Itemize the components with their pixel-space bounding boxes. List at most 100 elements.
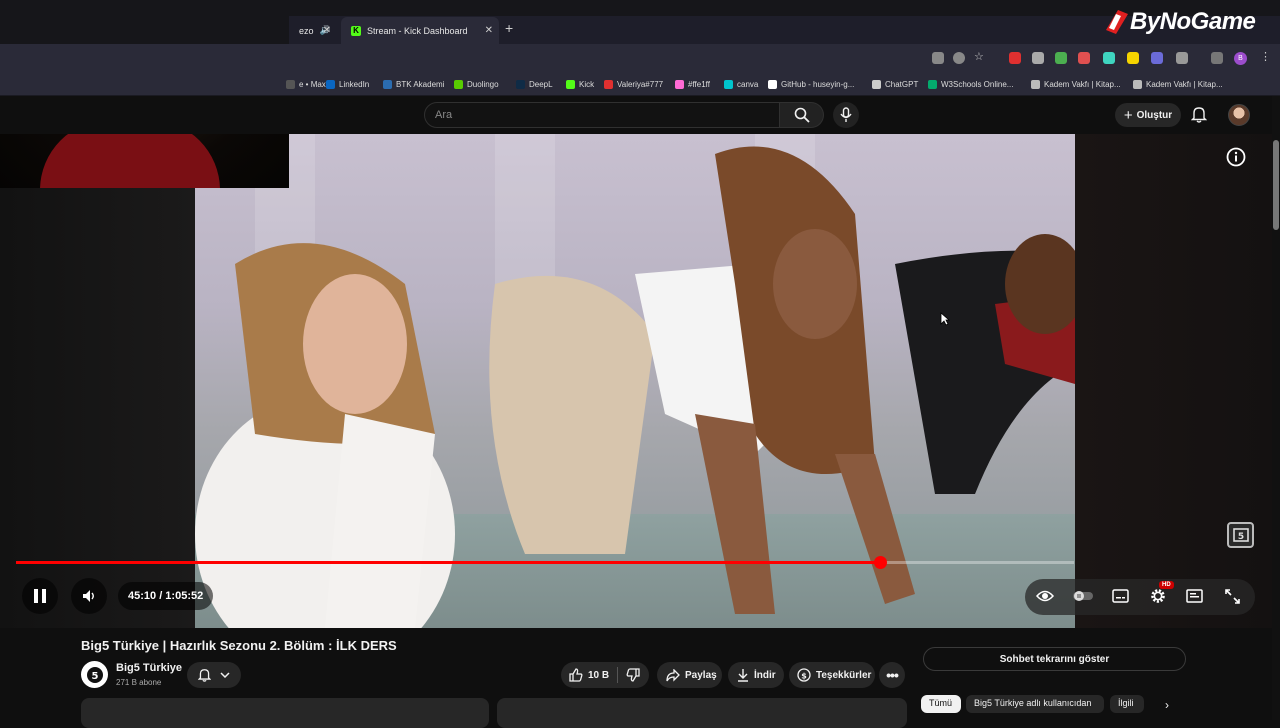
dislike-button[interactable]: [626, 668, 640, 682]
bookmark-favicon-icon: [383, 79, 392, 89]
star-icon[interactable]: ☆: [974, 51, 986, 63]
tab-label: Stream - Kick Dashboard: [367, 25, 468, 36]
bookmark-item[interactable]: DeepL: [516, 77, 553, 91]
progress-scrubber[interactable]: [873, 556, 887, 569]
share-label: Paylaş: [685, 669, 717, 681]
subscribed-bell-button[interactable]: [187, 662, 241, 688]
comments-preview[interactable]: [497, 698, 907, 728]
more-actions-button[interactable]: •••: [879, 662, 905, 688]
extension-icon[interactable]: [1103, 52, 1115, 64]
reading-list-icon[interactable]: [1211, 52, 1223, 64]
chip-all[interactable]: Tümü: [921, 695, 961, 713]
divider: [617, 667, 619, 683]
channel-watermark-icon[interactable]: 5: [1227, 522, 1254, 548]
download-button[interactable]: İndir: [728, 662, 784, 688]
bookmark-label: #ffe1ff: [688, 79, 710, 89]
show-chat-replay-button[interactable]: Sohbet tekrarını göster: [923, 647, 1186, 671]
bookmark-item[interactable]: e • Max: [286, 77, 326, 91]
create-button[interactable]: + Oluştur: [1115, 103, 1181, 127]
bynogame-logo: ByNoGame: [1104, 8, 1256, 36]
extension-icon[interactable]: [1078, 52, 1090, 64]
bookmark-item[interactable]: W3Schools Online...: [928, 77, 1013, 91]
bookmark-label: Kadem Vakfı | Kitap...: [1146, 79, 1223, 89]
bookmark-item[interactable]: Kadem Vakfı | Kitap...: [1031, 77, 1121, 91]
share-icon: [666, 668, 680, 682]
extension-icon[interactable]: [1151, 52, 1163, 64]
hide-icon[interactable]: [953, 52, 965, 64]
bookmark-favicon-icon: [454, 79, 463, 89]
puzzle-icon[interactable]: [1176, 52, 1188, 64]
bookmark-item[interactable]: Kadem Vakfı | Kitap...: [1133, 77, 1223, 91]
extension-icon[interactable]: [1127, 52, 1139, 64]
miniplayer-button[interactable]: [1186, 589, 1203, 603]
chip-from-channel[interactable]: Big5 Türkiye adlı kullanıcıdan: [966, 695, 1104, 713]
kick-icon: K: [351, 25, 361, 36]
info-icon[interactable]: [1226, 147, 1246, 172]
close-icon[interactable]: ✕: [323, 25, 331, 36]
autoplay-toggle[interactable]: [1072, 590, 1094, 602]
bookmark-favicon-icon: [1031, 79, 1040, 89]
mute-button[interactable]: [71, 578, 107, 614]
download-label: İndir: [754, 669, 776, 681]
thanks-button[interactable]: $ Teşekkürler: [789, 662, 875, 688]
volume-icon: [83, 590, 94, 602]
bookmark-item[interactable]: Valeriya#777: [604, 77, 663, 91]
pause-button[interactable]: [22, 578, 58, 614]
bookmark-item[interactable]: canva: [724, 77, 758, 91]
progress-bar[interactable]: [16, 556, 1074, 569]
bookmark-favicon-icon: [326, 79, 335, 89]
bookmark-item[interactable]: Duolingo: [454, 77, 499, 91]
description-box[interactable]: [81, 698, 489, 728]
browser-tab-bar: [0, 0, 1280, 44]
cast-icon[interactable]: [932, 52, 944, 64]
subtitles-button[interactable]: [1112, 589, 1129, 603]
eye-icon: [1036, 590, 1054, 602]
scrollbar-thumb[interactable]: [1273, 140, 1279, 230]
like-dislike-group: 10 B: [561, 662, 649, 688]
svg-text:5: 5: [91, 671, 98, 682]
channel-avatar[interactable]: 5: [81, 661, 108, 688]
bookmark-item[interactable]: GitHub - huseyin-g...: [768, 77, 854, 91]
new-tab-button[interactable]: +: [505, 20, 513, 36]
bookmark-item[interactable]: BTK Akademi: [383, 77, 444, 91]
svg-text:$: $: [801, 672, 807, 681]
close-icon[interactable]: ✕: [485, 25, 493, 36]
watermark-text: ByNoGame: [1130, 8, 1256, 35]
fullscreen-icon: [1225, 589, 1240, 604]
video-frame[interactable]: [195, 134, 1075, 628]
bookmark-item[interactable]: ChatGPT: [872, 77, 918, 91]
pause-icon: [34, 589, 46, 603]
share-button[interactable]: Paylaş: [657, 662, 722, 688]
bookmark-item[interactable]: Kick: [566, 77, 594, 91]
menu-icon[interactable]: ⋮: [1260, 51, 1272, 63]
extension-icon[interactable]: [1009, 52, 1021, 64]
fullscreen-exit-button[interactable]: [1225, 589, 1240, 604]
voice-search-button[interactable]: [833, 102, 859, 128]
chevron-right-icon[interactable]: ›: [1165, 698, 1169, 712]
like-button[interactable]: 10 B: [569, 668, 609, 682]
extension-icon[interactable]: [1032, 52, 1044, 64]
chip-related[interactable]: İlgili: [1110, 695, 1144, 713]
bookmark-label: GitHub - huseyin-g...: [781, 79, 855, 89]
notifications-button[interactable]: [1190, 106, 1208, 128]
bookmark-item[interactable]: LinkedIn: [326, 77, 369, 91]
tab-kick-dashboard[interactable]: K Stream - Kick Dashboard ✕: [341, 17, 499, 44]
extension-icon[interactable]: [1055, 52, 1067, 64]
search-button[interactable]: [780, 102, 824, 128]
subscriber-count: 271 B abone: [116, 678, 162, 687]
profile-icon[interactable]: B: [1234, 52, 1247, 65]
bookmark-label: Valeriya#777: [617, 79, 664, 89]
ambient-mode-button[interactable]: [1036, 588, 1054, 604]
channel-name[interactable]: Big5 Türkiye: [116, 662, 182, 674]
settings-button[interactable]: [1149, 587, 1167, 605]
svg-text:5: 5: [1237, 532, 1243, 542]
like-count: 10 B: [588, 669, 610, 681]
search-input[interactable]: Ara: [424, 102, 780, 128]
chat-replay-label: Sohbet tekrarını göster: [999, 653, 1110, 665]
download-icon: [738, 669, 748, 682]
search-icon: [794, 107, 810, 123]
bookmark-item[interactable]: #ffe1ff: [675, 77, 710, 91]
account-avatar[interactable]: [1228, 104, 1250, 126]
progress-played: [16, 561, 880, 564]
tab-youtube[interactable]: ezo 🔊 ✕: [289, 17, 337, 44]
